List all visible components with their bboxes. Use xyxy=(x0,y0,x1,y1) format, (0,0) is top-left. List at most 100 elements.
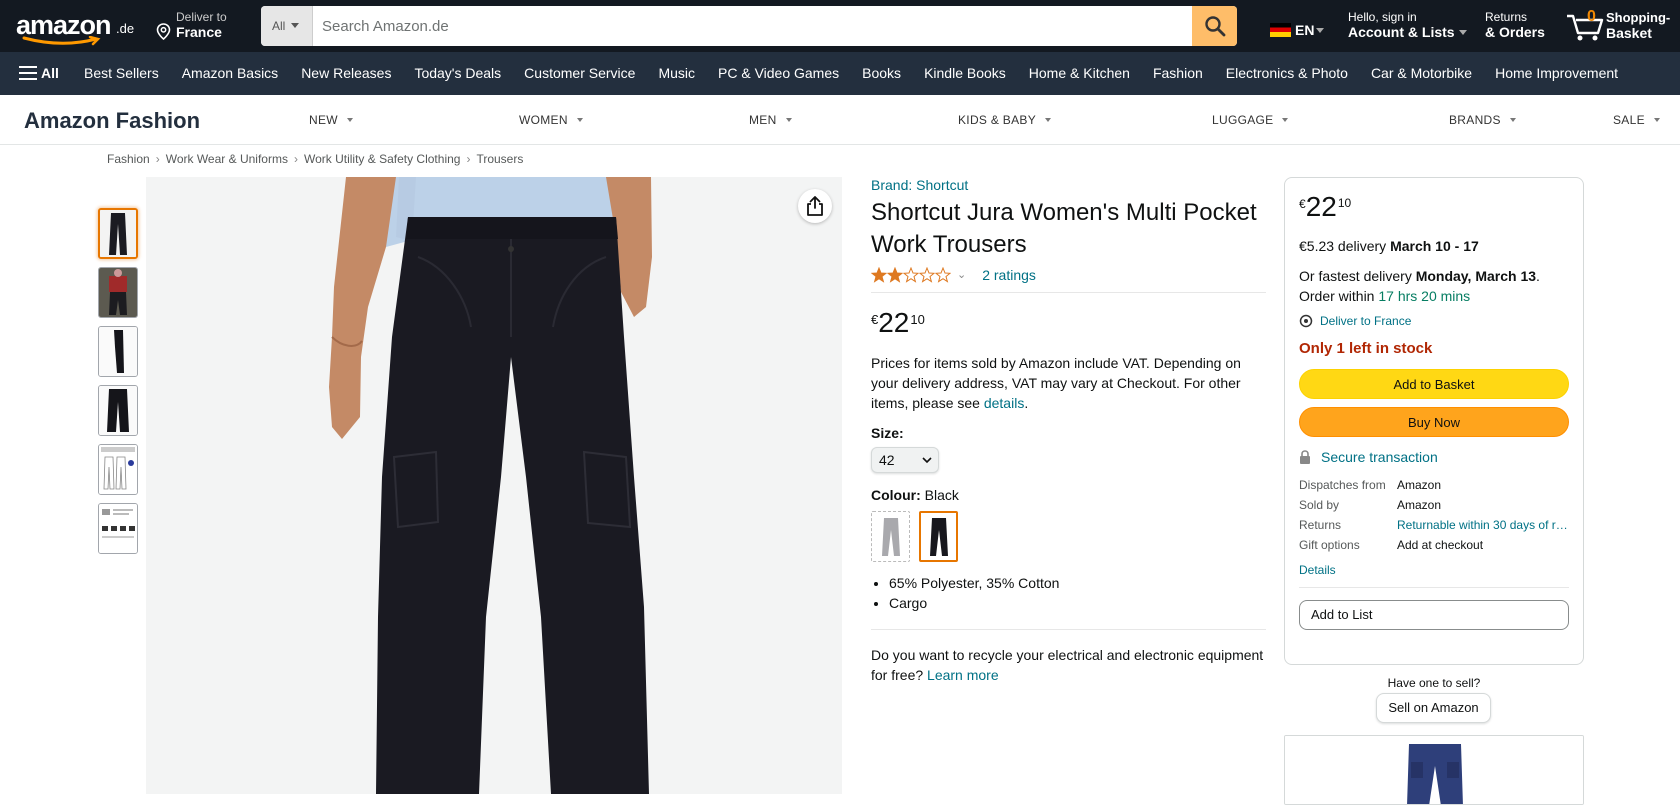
returns-orders[interactable]: Returns & Orders xyxy=(1485,10,1545,40)
chevron-down-icon[interactable]: ⌄ xyxy=(957,268,966,281)
brand-link[interactable]: Brand: Shortcut xyxy=(871,177,1266,193)
subnav-item-fashion[interactable]: Fashion xyxy=(1153,65,1203,81)
share-button[interactable] xyxy=(798,189,832,223)
colour-label: Colour: xyxy=(871,487,921,503)
row-key: Dispatches from xyxy=(1299,478,1386,492)
fashion-tab-kids-baby[interactable]: KIDS & BABY xyxy=(958,113,1051,127)
breadcrumb-fashion[interactable]: Fashion xyxy=(107,152,150,166)
fashion-tab-men[interactable]: MEN xyxy=(749,113,792,127)
fashion-tab-label: KIDS & BABY xyxy=(958,113,1036,127)
subnav-item-music[interactable]: Music xyxy=(658,65,695,81)
swatch-grey[interactable] xyxy=(871,511,910,562)
fashion-tab-women[interactable]: WOMEN xyxy=(519,113,583,127)
caret-down-icon xyxy=(1282,118,1289,122)
top-navigation: amazon .de Deliver to France All EN Hell… xyxy=(0,0,1680,52)
all-menu-button[interactable]: All xyxy=(19,65,59,81)
chevron-right-icon: › xyxy=(466,152,471,166)
thumbnail-5[interactable] xyxy=(98,444,138,495)
table-row: Gift options Add at checkout xyxy=(1299,535,1569,555)
vat-details-link[interactable]: details xyxy=(984,395,1024,411)
thumbnail-4[interactable] xyxy=(98,385,138,436)
subnav-item-new-releases[interactable]: New Releases xyxy=(301,65,391,81)
returns-policy-link[interactable]: Returnable within 30 days of receipt xyxy=(1397,515,1569,535)
smile-arrow-icon xyxy=(22,36,101,46)
thumbnail-3[interactable] xyxy=(98,326,138,377)
fashion-tab-sale[interactable]: SALE xyxy=(1613,113,1660,127)
search-icon xyxy=(1204,16,1225,37)
caret-down-icon xyxy=(1458,30,1467,35)
secure-text: Secure transaction xyxy=(1321,449,1438,465)
search-button[interactable] xyxy=(1192,6,1237,46)
sell-on-amazon-button[interactable]: Sell on Amazon xyxy=(1376,693,1491,723)
subnav-item-electronics-photo[interactable]: Electronics & Photo xyxy=(1226,65,1348,81)
add-to-basket-button[interactable]: Add to Basket xyxy=(1299,369,1569,399)
chevron-right-icon: › xyxy=(155,152,160,166)
swatch-black[interactable] xyxy=(919,511,958,562)
breadcrumb-work-wear[interactable]: Work Wear & Uniforms xyxy=(166,152,288,166)
image-thumbnails xyxy=(98,208,140,562)
search-input[interactable] xyxy=(313,6,1185,46)
learn-more-link[interactable]: Learn more xyxy=(927,667,999,683)
breadcrumb-trousers[interactable]: Trousers xyxy=(476,152,523,166)
subnav-item-best-sellers[interactable]: Best Sellers xyxy=(84,65,159,81)
subnav-item-amazon-basics[interactable]: Amazon Basics xyxy=(182,65,278,81)
row-value: Add at checkout xyxy=(1397,538,1484,552)
amazon-logo[interactable]: amazon .de xyxy=(16,8,136,46)
ratings-count-link[interactable]: 2 ratings xyxy=(982,267,1036,283)
thumbnail-6[interactable] xyxy=(98,503,138,554)
buy-now-button[interactable]: Buy Now xyxy=(1299,407,1569,437)
breadcrumb: Fashion › Work Wear & Uniforms › Work Utilit… xyxy=(107,152,523,166)
subnav-item-books[interactable]: Books xyxy=(862,65,901,81)
caret-down-icon xyxy=(1316,28,1325,33)
order-within-time: 17 hrs 20 mins xyxy=(1378,288,1471,304)
stock-status: Only 1 left in stock xyxy=(1299,340,1433,357)
feature-bullet: Cargo xyxy=(889,593,1266,613)
caret-down-icon xyxy=(346,118,353,122)
details-link[interactable]: Details xyxy=(1299,563,1569,588)
size-value: 42 xyxy=(879,452,895,468)
row-value: Amazon xyxy=(1397,498,1442,512)
account-greeting: Hello, sign in xyxy=(1348,10,1417,24)
ad-product-image xyxy=(1285,736,1583,804)
price-currency: € xyxy=(1299,197,1306,211)
returns-label: Returns xyxy=(1485,10,1528,24)
size-dropdown[interactable]: 42 xyxy=(871,447,939,473)
star-rating[interactable] xyxy=(871,266,951,283)
shopping-basket[interactable]: 0 Shopping- Basket xyxy=(1566,6,1676,46)
subnav-item-pc-video-games[interactable]: PC & Video Games xyxy=(718,65,839,81)
thumbnail-1[interactable] xyxy=(98,208,138,259)
fashion-tab-label: BRANDS xyxy=(1449,113,1501,127)
sell-question: Have one to sell? xyxy=(1387,676,1481,690)
star-icon-empty xyxy=(919,266,935,283)
deliver-to-link[interactable]: Deliver to France xyxy=(1299,314,1569,328)
fast-suffix: . xyxy=(1536,268,1540,284)
subnav-item-todays-deals[interactable]: Today's Deals xyxy=(414,65,501,81)
fashion-tab-luggage[interactable]: LUGGAGE xyxy=(1212,113,1289,127)
subnav-item-customer-service[interactable]: Customer Service xyxy=(524,65,635,81)
subnav-item-home-kitchen[interactable]: Home & Kitchen xyxy=(1029,65,1130,81)
search-category-dropdown[interactable]: All xyxy=(261,6,313,46)
account-lists[interactable]: Hello, sign in Account & Lists xyxy=(1348,10,1467,40)
account-label: Account & Lists xyxy=(1348,24,1455,40)
cart-icon xyxy=(1567,14,1604,41)
language-selector[interactable]: EN xyxy=(1270,22,1325,38)
subnav-item-kindle-books[interactable]: Kindle Books xyxy=(924,65,1006,81)
sponsored-product-ad[interactable] xyxy=(1284,735,1584,805)
fashion-store-title[interactable]: Amazon Fashion xyxy=(24,108,200,134)
breadcrumb-work-utility[interactable]: Work Utility & Safety Clothing xyxy=(304,152,461,166)
size-label: Size: xyxy=(871,425,904,441)
caret-down-icon xyxy=(1509,118,1516,122)
trousers-product-photo xyxy=(146,177,842,794)
caret-down-icon xyxy=(576,118,583,122)
subnav-item-home-improvement[interactable]: Home Improvement xyxy=(1495,65,1618,81)
main-product-image[interactable] xyxy=(146,177,842,794)
buybox-price: € 22 10 xyxy=(1299,192,1569,222)
fashion-tab-new[interactable]: NEW xyxy=(309,113,353,127)
add-to-list-button[interactable]: Add to List xyxy=(1299,600,1569,630)
subnav-item-car-motorbike[interactable]: Car & Motorbike xyxy=(1371,65,1472,81)
secure-transaction[interactable]: Secure transaction xyxy=(1299,449,1569,465)
fashion-tab-brands[interactable]: BRANDS xyxy=(1449,113,1516,127)
price-fraction: 10 xyxy=(910,312,925,327)
thumbnail-2[interactable] xyxy=(98,267,138,318)
row-key: Sold by xyxy=(1299,498,1340,512)
